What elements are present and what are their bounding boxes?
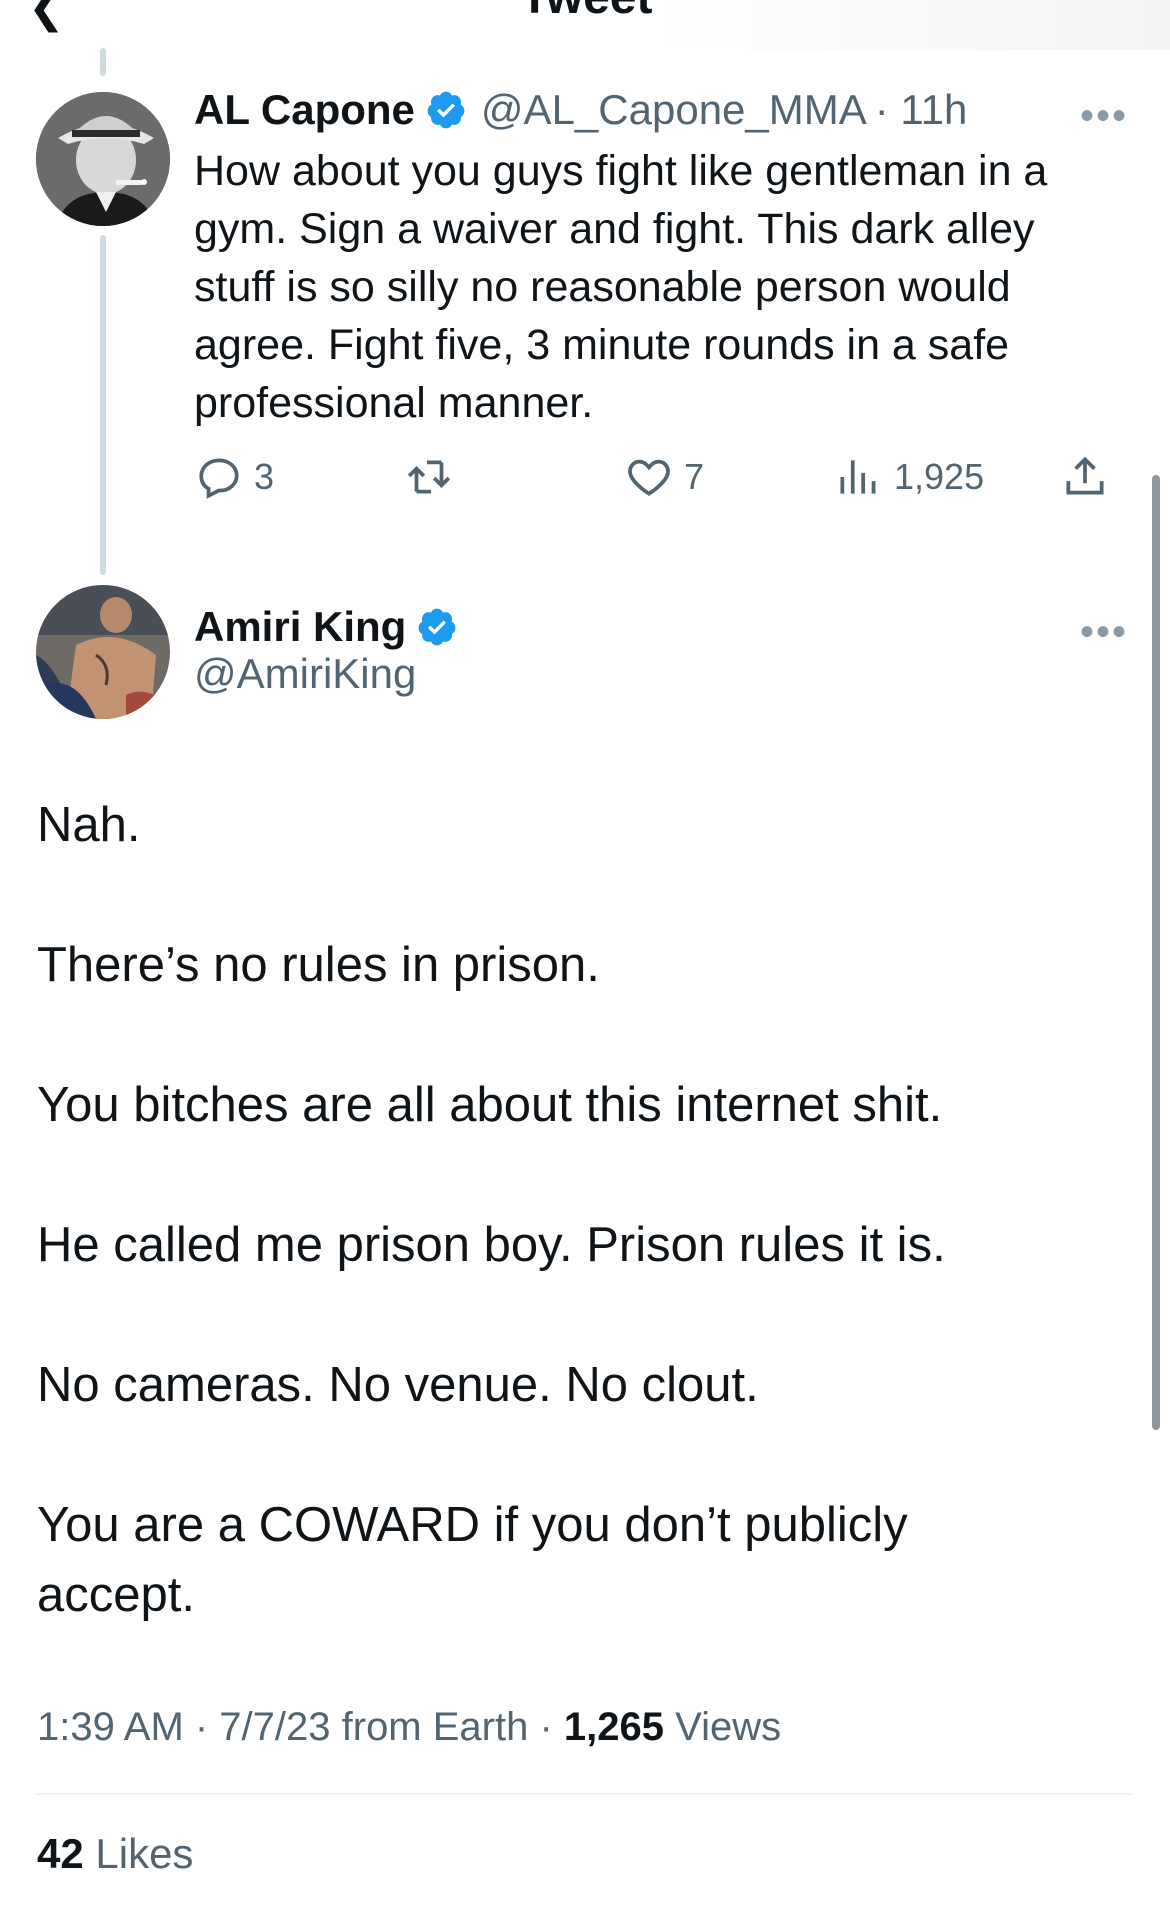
retweet-icon — [407, 460, 451, 494]
views-label: Views — [664, 1705, 782, 1749]
avatar-amiri-king[interactable] — [36, 585, 170, 719]
views-chart-icon — [840, 460, 876, 494]
heart-icon — [628, 459, 670, 496]
verified-badge-icon — [427, 91, 465, 129]
back-arrow-icon[interactable]: ❮ — [28, 0, 65, 33]
views-count: 1,925 — [894, 456, 985, 497]
likes-count: 42 — [37, 1830, 84, 1877]
avatar-al-capone[interactable] — [36, 92, 170, 226]
more-options-icon[interactable]: ••• — [1080, 96, 1128, 136]
more-options-icon[interactable]: ••• — [1080, 612, 1128, 652]
share-icon — [1066, 456, 1104, 495]
reply-button[interactable]: 3 — [194, 452, 274, 502]
tweet-timestamp: 1:39 AM · 7/7/23 from Earth · — [37, 1705, 564, 1749]
avatar-image — [36, 92, 170, 226]
author-name[interactable]: Amiri King — [194, 603, 406, 651]
views-button[interactable]: 1,925 — [834, 452, 984, 502]
author-handle[interactable]: @AmiriKing — [194, 650, 416, 698]
parent-tweet-header: AL Capone @AL_Capone_MMA · 11h — [194, 86, 967, 134]
like-count: 7 — [684, 456, 705, 497]
main-tweet-header: Amiri King — [194, 603, 458, 651]
tweet-meta: 1:39 AM · 7/7/23 from Earth · 1,265 View… — [37, 1705, 781, 1750]
thread-line — [100, 235, 106, 575]
avatar-image — [36, 585, 170, 719]
top-bar: ❮ Tweet — [0, 0, 1170, 50]
tweet-paragraph: You bitches are all about this internet … — [37, 1078, 943, 1132]
tweet-paragraph: He called me prison boy. Prison rules it… — [37, 1218, 946, 1272]
views-count[interactable]: 1,265 — [564, 1705, 664, 1749]
tweet-paragraph: Nah. — [37, 798, 141, 852]
retweet-button[interactable] — [404, 452, 454, 502]
tweet-paragraph: There’s no rules in prison. — [37, 938, 600, 992]
author-handle[interactable]: @AL_Capone_MMA — [481, 86, 867, 134]
thread-line-top — [100, 48, 106, 76]
like-button[interactable]: 7 — [624, 452, 704, 502]
share-button[interactable] — [1060, 452, 1110, 502]
page-title: Tweet — [520, 0, 652, 25]
author-name[interactable]: AL Capone — [194, 86, 415, 134]
tweet-paragraph: You are a COWARD if you don’t publicly a… — [37, 1498, 908, 1622]
reply-icon — [199, 458, 239, 499]
verified-badge-icon — [418, 608, 456, 646]
divider — [37, 1793, 1133, 1795]
tweet-time: · 11h — [874, 86, 968, 133]
likes-label: Likes — [83, 1830, 194, 1877]
tweet-paragraph: No cameras. No venue. No clout. — [37, 1358, 759, 1412]
reply-count: 3 — [254, 456, 275, 497]
parent-tweet-text: How about you guys fight like gentleman … — [194, 147, 1048, 427]
likes-summary[interactable]: 42 Likes — [37, 1830, 193, 1878]
parent-tweet-actions: 3 7 1,925 — [194, 452, 1134, 512]
scrollbar[interactable] — [1152, 475, 1160, 1430]
